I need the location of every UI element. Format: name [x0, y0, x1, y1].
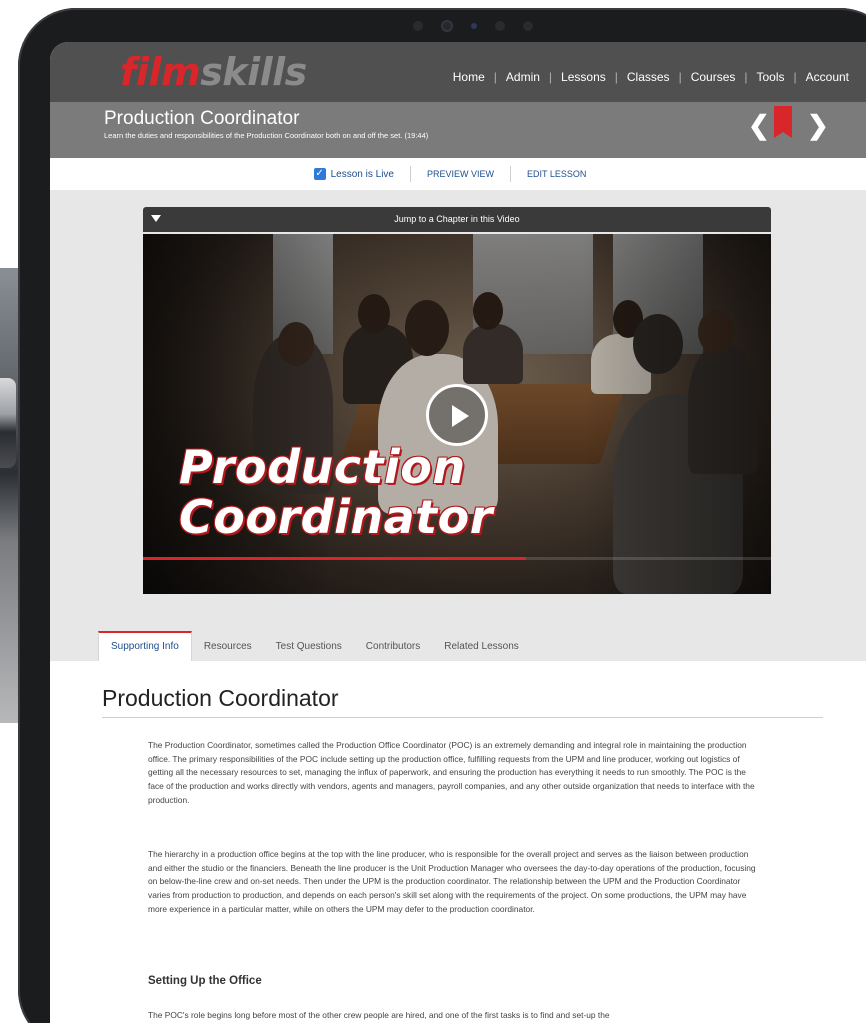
lesson-subtitle: Learn the duties and responsibilities of…	[104, 131, 429, 140]
nav-home[interactable]: Home	[444, 70, 494, 84]
logo-text-film: film	[120, 50, 201, 94]
video-progress-bar[interactable]	[143, 557, 771, 560]
tab-supporting-info[interactable]: Supporting Info	[98, 631, 192, 661]
chevron-left-icon[interactable]: ❮	[748, 110, 770, 141]
sensor-dot	[413, 21, 423, 31]
video-title-line-2: Coordinator	[179, 490, 493, 544]
tab-contributors[interactable]: Contributors	[354, 633, 432, 661]
camera-lens	[441, 20, 453, 32]
lesson-controls: ✓ Lesson is Live PREVIEW VIEW EDIT LESSO…	[50, 158, 866, 190]
chapter-dropdown[interactable]: Jump to a Chapter in this Video	[143, 207, 771, 232]
tab-test-questions[interactable]: Test Questions	[264, 633, 354, 661]
background-photo	[0, 268, 20, 723]
nav-admin[interactable]: Admin	[497, 70, 549, 84]
edit-lesson-link[interactable]: EDIT LESSON	[510, 166, 602, 182]
nav-tools[interactable]: Tools	[748, 70, 794, 84]
chapter-dropdown-label: Jump to a Chapter in this Video	[394, 214, 520, 224]
play-button[interactable]	[426, 384, 488, 446]
filmskills-logo[interactable]: filmskills	[120, 50, 307, 94]
content-paragraph: The Production Coordinator, sometimes ca…	[148, 740, 755, 805]
supporting-info-panel: Production Coordinator The Production Co…	[50, 661, 866, 1023]
lesson-tabs: Supporting Info Resources Test Questions…	[98, 631, 531, 661]
nav-courses[interactable]: Courses	[682, 70, 745, 84]
lesson-live-toggle[interactable]: ✓ Lesson is Live	[313, 168, 410, 180]
logo-text-skills: skills	[200, 50, 307, 94]
tablet-camera	[413, 20, 533, 32]
video-progress-fill	[143, 557, 527, 560]
sensor-dot	[495, 21, 505, 31]
nav-account[interactable]: Account	[797, 70, 858, 84]
sensor-dot	[471, 23, 477, 29]
chevron-right-icon[interactable]: ❯	[807, 110, 829, 141]
preview-view-link[interactable]: PREVIEW VIEW	[410, 166, 510, 182]
bookmark-icon[interactable]	[774, 106, 792, 138]
lesson-live-label: Lesson is Live	[330, 168, 394, 180]
top-navigation-bar: filmskills Home | Admin | Lessons | Clas…	[50, 42, 866, 102]
content-subheading: Setting Up the Office	[148, 975, 262, 987]
sensor-dot	[523, 21, 533, 31]
video-title-line-1: Production	[179, 440, 466, 494]
nav-classes[interactable]: Classes	[618, 70, 679, 84]
lesson-title-bar: Production Coordinator Learn the duties …	[50, 102, 866, 158]
content-heading: Production Coordinator	[102, 685, 339, 711]
content-paragraph: The POC's role begins long before most o…	[148, 1010, 610, 1020]
screen: filmskills Home | Admin | Lessons | Clas…	[50, 42, 866, 1023]
main-nav: Home | Admin | Lessons | Classes | Cours…	[444, 70, 858, 84]
tab-related-lessons[interactable]: Related Lessons	[432, 633, 531, 661]
video-player[interactable]: Production Coordinator	[143, 234, 771, 594]
background-car	[0, 378, 16, 468]
video-title-overlay: Production Coordinator	[179, 442, 493, 542]
checkbox-checked-icon[interactable]: ✓	[313, 168, 326, 180]
content-paragraph: The hierarchy in a production office beg…	[148, 849, 756, 914]
nav-lessons[interactable]: Lessons	[552, 70, 615, 84]
heading-divider	[102, 717, 823, 718]
tab-resources[interactable]: Resources	[192, 633, 264, 661]
lesson-title: Production Coordinator	[104, 108, 300, 129]
